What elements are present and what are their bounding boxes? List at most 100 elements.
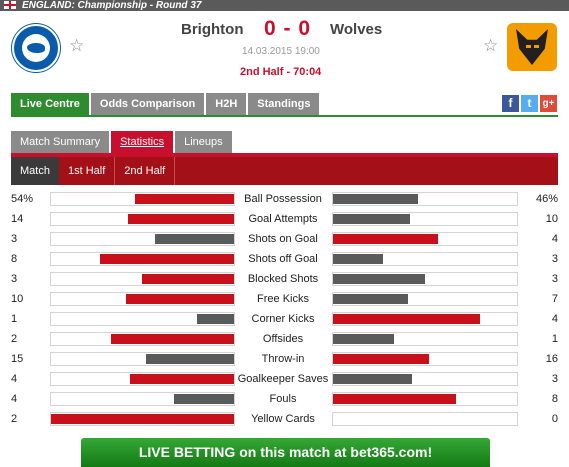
stat-away-bar: [333, 274, 425, 284]
stat-label: Yellow Cards: [251, 413, 315, 425]
stat-home-track: [50, 332, 235, 346]
tab-live-centre[interactable]: Live Centre: [11, 93, 89, 115]
competition-title: ENGLAND: Championship - Round 37: [22, 0, 202, 11]
stat-away-track: [332, 292, 518, 306]
live-betting-banner[interactable]: LIVE BETTING on this match at bet365.com…: [81, 438, 490, 467]
stat-home-track: [50, 312, 235, 326]
stat-away-value: 8: [551, 393, 558, 405]
stat-away-value: 1: [551, 333, 558, 345]
stat-home-value: 54%: [11, 193, 34, 205]
stat-home-value: 10: [11, 293, 24, 305]
stat-home-bar: [174, 394, 234, 404]
stat-away-bar: [333, 194, 418, 204]
tab-statistics[interactable]: Statistics: [111, 131, 174, 153]
stat-home-track: [50, 352, 235, 366]
stat-home-bar: [111, 334, 234, 344]
stat-away-track: [332, 412, 518, 426]
stat-label: Throw-in: [261, 353, 305, 365]
stat-away-value: 4: [551, 233, 558, 245]
stat-away-track: [332, 332, 518, 346]
stat-home-value: 4: [11, 393, 18, 405]
match-date: 14.03.2015 19:00: [242, 46, 320, 57]
stat-away-value: 10: [545, 213, 558, 225]
stat-home-bar: [142, 274, 234, 284]
tab-period-2nd-half[interactable]: 2nd Half: [115, 157, 176, 185]
stat-label: Corner Kicks: [251, 313, 315, 325]
stat-row: 3 Blocked Shots 3: [0, 269, 569, 289]
stat-home-track: [50, 272, 235, 286]
statistics-table: 54% Ball Possession 46% 1 4 Goal Attempts 10 3 S…: [0, 189, 569, 429]
tab-standings[interactable]: Standings: [248, 93, 320, 115]
stat-home-bar: [135, 194, 234, 204]
stat-home-bar: [128, 214, 234, 224]
stat-label: Ball Possession: [244, 193, 322, 205]
twitter-share-icon[interactable]: t: [521, 95, 538, 112]
home-team-name[interactable]: Brighton: [181, 21, 243, 38]
tab-h2h[interactable]: H2H: [206, 93, 247, 115]
period-tabs: Match 1st Half 2nd Half: [11, 157, 558, 185]
stat-away-bar: [333, 314, 480, 324]
stat-away-bar: [333, 214, 410, 224]
stat-away-track: [332, 232, 518, 246]
stat-home-value: 3: [11, 273, 18, 285]
stat-row: 4 Fouls 8: [0, 389, 569, 409]
stat-home-track: [50, 392, 235, 406]
stat-home-bar: [100, 254, 234, 264]
stat-away-bar: [333, 294, 408, 304]
stat-row: 2 Offsides 1: [0, 329, 569, 349]
stat-away-bar: [333, 334, 394, 344]
stat-away-bar: [333, 374, 412, 384]
stat-away-bar: [333, 234, 438, 244]
stat-label: Fouls: [269, 393, 297, 405]
match-score: 0 - 0: [264, 17, 312, 40]
favorite-home-star-icon[interactable]: ☆: [69, 36, 84, 56]
stat-row: 54% Ball Possession 46%: [0, 189, 569, 209]
stat-home-bar: [51, 414, 234, 424]
stat-home-value: 1: [11, 313, 18, 325]
googleplus-share-icon[interactable]: g+: [540, 95, 557, 112]
stat-label: Goalkeeper Saves: [237, 373, 329, 385]
stat-away-value: 4: [551, 313, 558, 325]
stat-home-bar: [197, 314, 234, 324]
stat-home-bar: [130, 374, 234, 384]
stat-home-bar: [155, 234, 234, 244]
tab-period-1st-half[interactable]: 1st Half: [59, 157, 116, 185]
tab-match-summary[interactable]: Match Summary: [11, 131, 110, 153]
stat-away-track: [332, 252, 518, 266]
main-tabs: Live Centre Odds Comparison H2H Standing…: [11, 93, 320, 115]
stat-row: 10 Free Kicks 7: [0, 289, 569, 309]
stat-home-value: 2: [11, 333, 18, 345]
stat-away-bar: [333, 394, 456, 404]
stat-home-track: [50, 372, 235, 386]
england-flag-icon: [4, 1, 16, 9]
stat-home-bar: [146, 354, 234, 364]
stat-away-value: 3: [551, 273, 558, 285]
tab-odds-comparison[interactable]: Odds Comparison: [90, 93, 205, 115]
stat-row: 14 Goal Attempts 10: [0, 209, 569, 229]
stat-away-track: [332, 392, 518, 406]
favorite-away-star-icon[interactable]: ☆: [483, 36, 498, 56]
stat-row: 3 Shots on Goal 4: [0, 229, 569, 249]
stat-home-value: 8: [11, 253, 18, 265]
stat-row: 4 Goalkeeper Saves 3: [0, 369, 569, 389]
wolves-logo[interactable]: [507, 23, 557, 71]
stat-away-value: 46%: [535, 193, 558, 205]
stat-away-bar: [333, 354, 429, 364]
away-team-name[interactable]: Wolves: [330, 21, 382, 38]
stat-label: Goal Attempts: [248, 213, 318, 225]
stat-home-track: [50, 292, 235, 306]
stat-away-value: 16: [545, 353, 558, 365]
stat-row: 8 Shots off Goal 3: [0, 249, 569, 269]
stat-label: Offsides: [262, 333, 304, 345]
stat-home-track: [50, 412, 235, 426]
stat-away-value: 3: [551, 253, 558, 265]
tab-period-match[interactable]: Match: [11, 157, 59, 185]
stat-away-value: 3: [551, 373, 558, 385]
facebook-share-icon[interactable]: f: [502, 95, 519, 112]
stat-away-track: [332, 372, 518, 386]
stat-label: Shots on Goal: [248, 233, 318, 245]
stat-away-track: [332, 272, 518, 286]
tab-lineups[interactable]: Lineups: [175, 131, 232, 153]
stat-row: 2 Yellow Cards 0: [0, 409, 569, 429]
brighton-logo[interactable]: [12, 24, 60, 72]
